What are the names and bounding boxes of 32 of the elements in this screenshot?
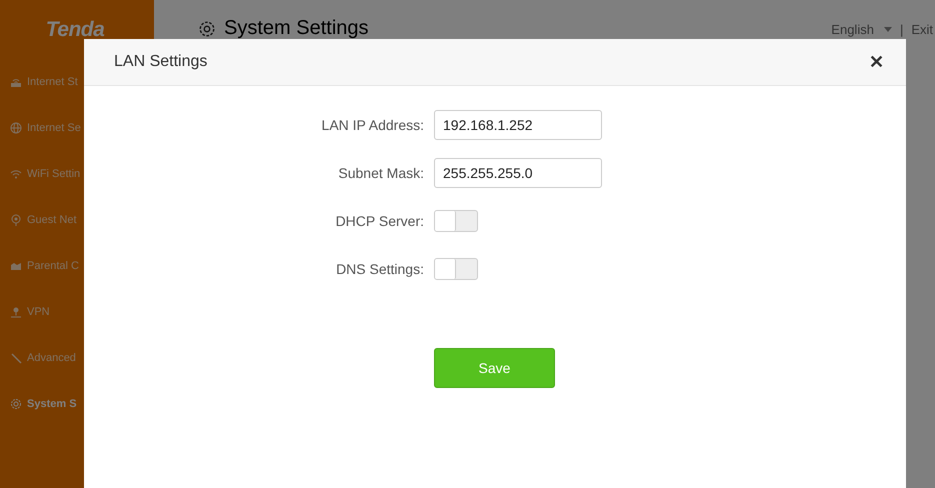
logo: Tenda <box>44 18 106 42</box>
field-label: Subnet Mask: <box>337 165 424 181</box>
input-field[interactable]: 192.168.1.252 <box>434 110 602 140</box>
save-button[interactable]: Save <box>434 348 555 388</box>
toggle-switch[interactable] <box>434 210 478 232</box>
field-label: LAN IP Address: <box>320 117 424 133</box>
separator: | <box>900 22 904 37</box>
sidebar-item[interactable]: WiFi Settin <box>10 163 154 185</box>
gear-icon <box>10 398 22 410</box>
input-field[interactable]: 255.255.255.0 <box>434 158 602 188</box>
close-button[interactable]: ✕ <box>867 51 886 73</box>
page-title: System Settings <box>224 17 369 40</box>
sidebar-item[interactable]: Internet St <box>10 71 154 93</box>
gear-icon <box>198 20 216 38</box>
globe-icon <box>10 122 22 134</box>
sidebar-item[interactable]: System S <box>10 393 154 415</box>
exit-link[interactable]: Exit <box>911 22 933 37</box>
caret-icon <box>884 27 892 32</box>
person-icon <box>10 306 22 318</box>
router-icon <box>10 76 22 88</box>
location-pin-icon <box>10 214 22 226</box>
sidebar-item[interactable]: Internet Se <box>10 117 154 139</box>
language-dropdown[interactable]: English <box>831 22 892 37</box>
field-label: DHCP Server: <box>334 213 424 229</box>
sidebar-item[interactable]: Advanced <box>10 347 154 369</box>
sidebar-item[interactable]: VPN <box>10 301 154 323</box>
wifi-icon <box>10 168 22 180</box>
toggle-switch[interactable] <box>434 258 478 280</box>
sidebar-item[interactable]: Parental C <box>10 255 154 277</box>
field-label: DNS Settings: <box>335 261 424 277</box>
sidebar-item[interactable]: Guest Net <box>10 209 154 231</box>
dialog-title: LAN Settings <box>114 53 208 71</box>
